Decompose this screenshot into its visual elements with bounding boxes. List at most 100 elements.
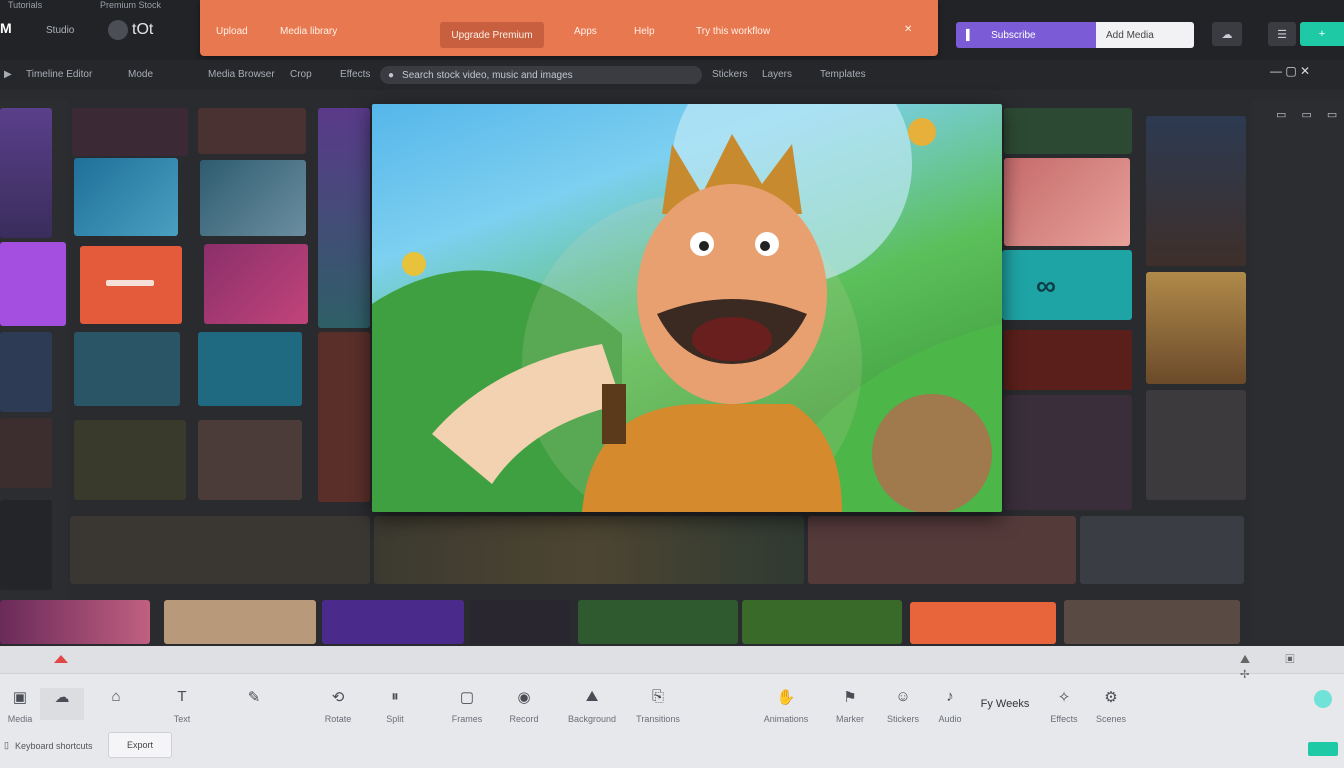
grid-tile[interactable] [578,600,738,644]
close-icon[interactable]: ✕ [904,24,912,35]
effects-icon: ✧ [1057,689,1071,706]
grid-tile[interactable] [1004,158,1130,246]
banner-workflow-link[interactable]: Try this workflow [696,26,770,37]
footer-shortcuts-link[interactable]: ▯ Keyboard shortcuts [4,740,93,751]
add-media-button[interactable]: Add Media [1096,22,1194,48]
grid-tile[interactable] [0,600,150,644]
media-thumbnail[interactable] [0,332,52,412]
subscribe-label: Subscribe [991,29,1036,41]
tool-background[interactable]: ⛰ Background [560,688,624,724]
keyboard-icon: ▯ [4,740,9,750]
cloud-icon[interactable]: ☁ [1212,22,1242,46]
banner-help-link[interactable]: Help [634,26,655,37]
toolbar-item[interactable]: Mode [128,69,153,80]
grid-tile[interactable] [742,600,902,644]
toolbar-right-icons[interactable]: — ▢ ✕ [1270,64,1310,78]
media-thumbnail[interactable] [0,500,52,590]
tool-audio[interactable]: ♪ Audio [930,688,970,724]
tool-cloud-2[interactable]: ⌂ [96,688,136,708]
grid-tile[interactable] [1004,330,1132,390]
grid-tile[interactable] [1004,108,1132,154]
dock-right-icons[interactable]: ⛰ ▣ ✢ [1240,652,1344,682]
toolbar-item[interactable]: Stickers [712,69,748,80]
grid-tile[interactable] [74,332,180,406]
timeline-ruler[interactable] [0,646,1344,674]
app-badge-text: tOt [132,21,154,38]
play-icon[interactable]: ▶ [4,69,12,80]
search-input[interactable]: ● Search stock video, music and images [380,66,702,84]
grid-tile[interactable]: ∞ [1002,250,1132,320]
toolbar-item[interactable]: Media Browser [208,69,275,80]
toolbar-item[interactable]: Timeline Editor [26,69,92,80]
grid-tile[interactable] [164,600,316,644]
toolbar-item[interactable]: Templates [820,69,866,80]
tool-text[interactable]: T Text [146,688,218,724]
tool-cloud[interactable]: ☁ [40,688,84,720]
grid-tile[interactable] [1146,390,1246,500]
right-panel-icons[interactable]: ▭ ▭ ▭ [1276,108,1343,121]
banner-library-link[interactable]: Media library [280,26,337,37]
tool-rotate[interactable]: ⟲ Rotate [320,688,356,724]
tool-media[interactable]: ▣ Media [0,688,40,724]
tool-stickers[interactable]: ☺ Stickers [878,688,928,724]
create-button[interactable]: + [1300,22,1344,46]
grid-tile[interactable] [198,108,306,154]
export-button[interactable]: Export [108,732,172,758]
rotate-icon: ⟲ [331,689,345,706]
mini-label-stock[interactable]: Premium Stock [100,0,161,10]
grid-tile[interactable] [1080,516,1244,584]
split-icon: ⏸ [391,688,399,705]
media-thumbnail[interactable] [0,418,52,488]
grid-tile[interactable] [318,108,370,328]
grid-tile[interactable] [198,332,302,406]
grid-tile[interactable] [74,420,186,500]
grid-tile[interactable] [1146,116,1246,266]
media-thumbnail-selected[interactable] [0,242,66,326]
upgrade-button[interactable]: Upgrade Premium [440,22,544,48]
grid-tile[interactable] [70,516,370,584]
tool-weeks[interactable]: Fy Weeks [972,688,1038,710]
subscribe-button[interactable]: ▌ Subscribe [956,22,1096,48]
main-video-preview[interactable] [372,104,1002,512]
grid-tile[interactable] [198,420,302,500]
mini-label-tutorials[interactable]: Tutorials [8,0,42,10]
right-side-panel [1252,100,1344,640]
grid-tile[interactable] [1004,395,1132,510]
app-logo[interactable]: M [0,20,28,40]
grid-tile[interactable] [374,516,804,584]
scenes-icon: ⚙ [1104,689,1118,706]
menu-icon[interactable]: ☰ [1268,22,1296,46]
banner-apps-link[interactable]: Apps [574,26,597,37]
status-indicator[interactable] [1308,742,1338,756]
playhead-marker-icon[interactable] [54,655,68,663]
tool-draw[interactable]: ✎ [224,688,284,708]
tool-marker[interactable]: ⚑ Marker [830,688,870,724]
grid-tile[interactable] [74,158,178,236]
tool-record[interactable]: ◉ Record [502,688,546,724]
grid-tile-highlighted[interactable] [80,246,182,324]
grid-tile[interactable] [1146,272,1246,384]
grid-tile[interactable] [1064,600,1240,644]
tool-transitions[interactable]: ⎘ Transitions [626,688,690,724]
toolbar-item[interactable]: Effects [340,69,370,80]
tool-animations[interactable]: ✋ Animations [754,688,818,724]
search-placeholder: Search stock video, music and images [402,69,573,81]
toolbar-item[interactable]: Layers [762,69,792,80]
grid-tile[interactable] [72,108,188,156]
toolbar-item[interactable]: Crop [290,69,312,80]
tool-split[interactable]: ⏸ Split [370,688,420,724]
grid-tile-highlighted[interactable] [910,602,1056,644]
grid-tile[interactable] [318,332,370,502]
grid-tile[interactable] [322,600,464,644]
grid-tile[interactable] [470,600,570,644]
banner-upload-link[interactable]: Upload [216,26,248,37]
tool-effects[interactable]: ✧ Effects [1044,688,1084,724]
grid-tile[interactable] [808,516,1076,584]
sparkle-icon[interactable] [1314,690,1332,708]
grid-tile[interactable] [204,244,308,324]
tool-scenes[interactable]: ⚙ Scenes [1086,688,1136,724]
app-badge[interactable]: tOt [108,18,168,42]
media-thumbnail[interactable] [0,108,52,238]
grid-tile[interactable] [200,160,306,236]
tool-frames[interactable]: ▢ Frames [436,688,498,724]
